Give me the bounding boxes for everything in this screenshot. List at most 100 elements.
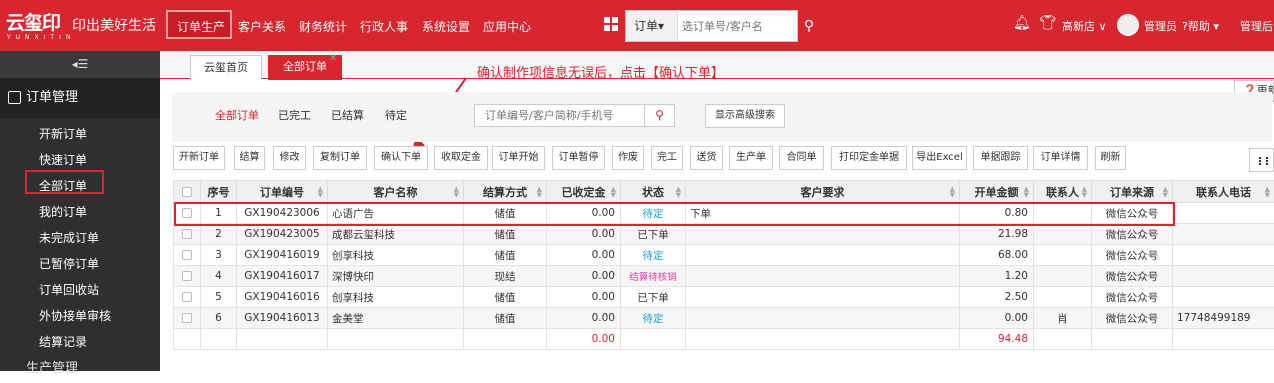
- contract-button[interactable]: 合同单: [779, 146, 824, 170]
- export-excel-button[interactable]: 导出Excel: [912, 146, 967, 170]
- production-sheet-button[interactable]: 生产单: [729, 146, 773, 170]
- logo[interactable]: 云玺印 YUNXITIN 印出美好生活: [6, 6, 156, 46]
- sidebar-item-my-orders[interactable]: 我的订单: [39, 203, 87, 220]
- nav-app-center[interactable]: 应用中心: [483, 18, 531, 35]
- sidebar-group-order-management[interactable]: 订单管理: [0, 78, 160, 118]
- table-cell: 2: [201, 224, 237, 245]
- pause-order-button[interactable]: 订单暂停: [552, 146, 605, 170]
- table-row[interactable]: 3GX190416019创享科技储值0.00待定68.00微信公众号: [174, 245, 1274, 266]
- apps-grid-icon[interactable]: [604, 17, 618, 31]
- col-header-settlement[interactable]: 结算方式▲▼: [464, 181, 547, 203]
- table-cell: [464, 329, 547, 350]
- columns-icon[interactable]: [1249, 148, 1274, 172]
- table-cell: 0.00: [547, 245, 621, 266]
- sidebar-item-new-order[interactable]: 开新订单: [39, 125, 87, 142]
- nav-admin-hr[interactable]: 行政人事: [360, 18, 408, 35]
- row-checkbox[interactable]: [174, 266, 201, 287]
- col-header-status[interactable]: 状态▲▼: [621, 181, 686, 203]
- tab-home[interactable]: 云玺首页: [190, 55, 262, 80]
- col-header-phone[interactable]: 联系人电话▲▼: [1173, 181, 1274, 203]
- row-checkbox[interactable]: [174, 224, 201, 245]
- void-button[interactable]: 作废: [612, 146, 644, 170]
- table-cell: 成都云玺科技: [328, 224, 464, 245]
- col-header-customer[interactable]: 客户名称▲▼: [328, 181, 464, 203]
- table-cell: 0.00: [547, 203, 621, 224]
- status-badge: 待定: [621, 203, 686, 224]
- order-search-input[interactable]: [474, 104, 645, 127]
- sidebar-item-unfinished[interactable]: 未完成订单: [39, 229, 99, 246]
- sidebar-item-paused[interactable]: 已暂停订单: [39, 255, 99, 272]
- row-checkbox[interactable]: [174, 245, 201, 266]
- col-header-source[interactable]: 订单来源▲▼: [1092, 181, 1173, 203]
- table-cell: 6: [201, 308, 237, 329]
- row-checkbox[interactable]: [174, 308, 201, 329]
- global-search-input[interactable]: [682, 11, 794, 41]
- table-cell: GX190423006: [237, 203, 328, 224]
- orders-table: 序号 订单编号▲▼ 客户名称▲▼ 结算方式▲▼ 已收定金▲▼ 状态▲▼ 客户要求…: [173, 180, 1274, 350]
- search-icon[interactable]: ⚲: [645, 104, 675, 127]
- sidebar-group-production[interactable]: 生产管理: [0, 355, 160, 375]
- table-cell: 微信公众号: [1092, 287, 1173, 308]
- table-row[interactable]: 5GX190416016创享科技储值0.00已下单2.50微信公众号: [174, 287, 1274, 308]
- confirm-order-button[interactable]: 确认下单: [374, 146, 428, 170]
- total-amount: 94.48: [960, 329, 1034, 350]
- complete-button[interactable]: 完工: [651, 146, 683, 170]
- doc-tracking-button[interactable]: 单据跟踪: [973, 146, 1028, 170]
- nav-finance[interactable]: 财务统计: [299, 18, 347, 35]
- subtab-pending[interactable]: 待定: [385, 107, 407, 123]
- instruction-annotation: 确认制作项信息无误后，点击【确认下单】: [477, 62, 724, 81]
- table-cell: 创享科技: [328, 245, 464, 266]
- sidebar-item-recycle-bin[interactable]: 订单回收站: [39, 281, 99, 298]
- table-cell: [686, 224, 960, 245]
- col-header-requirements[interactable]: 客户要求▲▼: [686, 181, 960, 203]
- col-header-index[interactable]: 序号: [201, 181, 237, 203]
- col-header-deposit[interactable]: 已收定金▲▼: [547, 181, 621, 203]
- table-row[interactable]: 1GX190423006心语广告储值0.00待定下单0.80微信公众号: [174, 203, 1274, 224]
- subtab-all[interactable]: 全部订单: [215, 107, 259, 123]
- help-menu[interactable]: ?帮助 ▾: [1182, 18, 1219, 34]
- col-header-amount[interactable]: 开单金额▲▼: [960, 181, 1034, 203]
- row-checkbox[interactable]: [174, 203, 201, 224]
- start-order-button[interactable]: 订单开始: [492, 146, 545, 170]
- nav-order-production[interactable]: 订单生产: [177, 18, 225, 35]
- print-deposit-button[interactable]: 打印定金单据: [831, 146, 907, 170]
- table-cell: 3: [201, 245, 237, 266]
- shirt-icon[interactable]: 👕︎: [1039, 15, 1057, 31]
- collect-deposit-button[interactable]: 收取定金: [434, 146, 488, 170]
- collapse-menu-icon[interactable]: ◂☰: [0, 51, 160, 78]
- table-row[interactable]: 4GX190416017深博快印现结0.00结算待核销1.20微信公众号: [174, 266, 1274, 287]
- sidebar-item-outsource-review[interactable]: 外协接单审核: [39, 307, 111, 324]
- search-icon[interactable]: ⚲: [798, 10, 820, 42]
- new-order-button[interactable]: 开新订单: [173, 146, 225, 170]
- col-header-order-no[interactable]: 订单编号▲▼: [237, 181, 328, 203]
- deliver-button[interactable]: 送货: [690, 146, 723, 170]
- admin-backend-link[interactable]: 管理后台: [1240, 18, 1274, 34]
- subtab-settled[interactable]: 已结算: [331, 107, 364, 123]
- settle-button[interactable]: 结算: [234, 146, 265, 170]
- col-header-contact[interactable]: 联系人▲▼: [1034, 181, 1092, 203]
- table-cell: 0.00: [547, 224, 621, 245]
- order-details-button[interactable]: 订单详情: [1033, 146, 1088, 170]
- avatar[interactable]: [1117, 14, 1139, 36]
- copy-order-button[interactable]: 复制订单: [313, 146, 367, 170]
- nav-system-settings[interactable]: 系统设置: [422, 18, 470, 35]
- store-switcher[interactable]: 高新店 ∨: [1062, 18, 1107, 34]
- sidebar-item-quick-order[interactable]: 快速订单: [39, 151, 87, 168]
- close-icon[interactable]: ✕: [329, 53, 337, 64]
- row-checkbox[interactable]: [174, 287, 201, 308]
- user-name[interactable]: 管理员: [1144, 18, 1177, 34]
- select-all-checkbox[interactable]: [174, 181, 201, 203]
- table-cell: GX190423005: [237, 224, 328, 245]
- table-cell: 5: [201, 287, 237, 308]
- refresh-button[interactable]: 刷新: [1095, 146, 1126, 170]
- sidebar-item-settlement-records[interactable]: 结算记录: [39, 333, 87, 350]
- subtab-completed[interactable]: 已完工: [278, 107, 311, 123]
- advanced-search-button[interactable]: 显示高级搜索: [705, 104, 785, 128]
- edit-button[interactable]: 修改: [273, 146, 306, 170]
- table-row[interactable]: 2GX190423005成都云玺科技储值0.00已下单21.98微信公众号: [174, 224, 1274, 245]
- nav-customer-relations[interactable]: 客户关系: [238, 18, 286, 35]
- bell-icon[interactable]: 🔔︎: [1013, 15, 1031, 31]
- table-cell: 心语广告: [328, 203, 464, 224]
- search-type-select[interactable]: 订单▾: [626, 11, 678, 41]
- table-row[interactable]: 6GX190416013金美堂储值0.00待定0.00肖微信公众号1774849…: [174, 308, 1274, 329]
